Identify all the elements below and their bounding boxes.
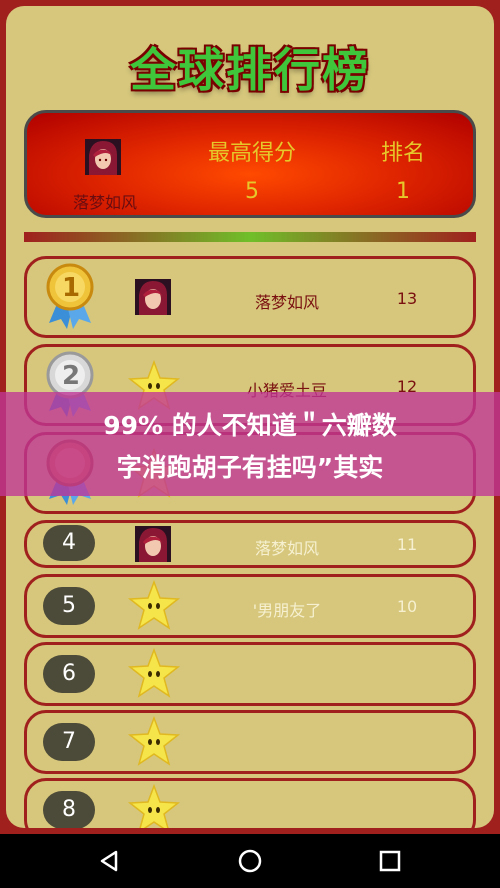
leaderboard-row[interactable]: 7 <box>24 710 476 774</box>
promo-banner[interactable]: 99% 的人不知道＂六瓣数 字消跑胡子有挂吗”其实 <box>0 392 500 496</box>
system-nav-bar <box>0 834 500 888</box>
leaderboard-row[interactable]: 5 '男朋友了 10 <box>24 574 476 638</box>
rank-badge: 8 <box>43 791 95 828</box>
rank-badge: 5 <box>43 587 95 625</box>
back-icon[interactable] <box>96 847 124 875</box>
leaderboard-row[interactable]: 落梦如风 13 <box>24 256 476 338</box>
player-name: '男朋友了 <box>252 601 322 620</box>
my-rank: 1 <box>396 179 410 204</box>
player-avatar-icon <box>135 526 171 562</box>
player-name: 落梦如风 <box>254 539 319 558</box>
my-best-score: 5 <box>245 179 259 204</box>
star-avatar-icon <box>127 579 181 630</box>
medal-number: 2 <box>61 361 81 391</box>
rank-badge: 7 <box>43 723 95 761</box>
leaderboard-row[interactable]: 4 落梦如风 11 <box>24 520 476 568</box>
leaderboard-row[interactable]: 6 <box>24 642 476 706</box>
my-name: 落梦如风 <box>72 193 137 212</box>
player-name: 落梦如风 <box>254 293 319 312</box>
player-score: 11 <box>396 535 418 554</box>
recent-apps-icon[interactable] <box>376 847 404 875</box>
page-title: 全球排行榜 <box>130 43 370 97</box>
star-avatar-icon <box>127 783 181 828</box>
star-avatar-icon <box>127 647 181 698</box>
player-score: 10 <box>396 597 418 616</box>
banner-line-2: 字消跑胡子有挂吗”其实 <box>116 453 384 482</box>
medal-number: 1 <box>61 273 81 303</box>
rank-badge: 4 <box>43 525 95 561</box>
my-score-card: 落梦如风 最高得分 排名 5 1 <box>24 110 476 218</box>
player-avatar-icon <box>135 279 171 315</box>
rank-header: 排名 <box>380 141 425 166</box>
banner-line-1: 99% 的人不知道＂六瓣数 <box>103 411 397 440</box>
best-score-header: 最高得分 <box>207 141 296 166</box>
divider-bar <box>24 232 476 242</box>
player-avatar-icon <box>85 139 121 175</box>
home-icon[interactable] <box>236 847 264 875</box>
star-avatar-icon <box>127 715 181 766</box>
leaderboard-row[interactable]: 8 <box>24 778 476 828</box>
player-score: 13 <box>396 289 418 308</box>
rank-badge: 6 <box>43 655 95 693</box>
